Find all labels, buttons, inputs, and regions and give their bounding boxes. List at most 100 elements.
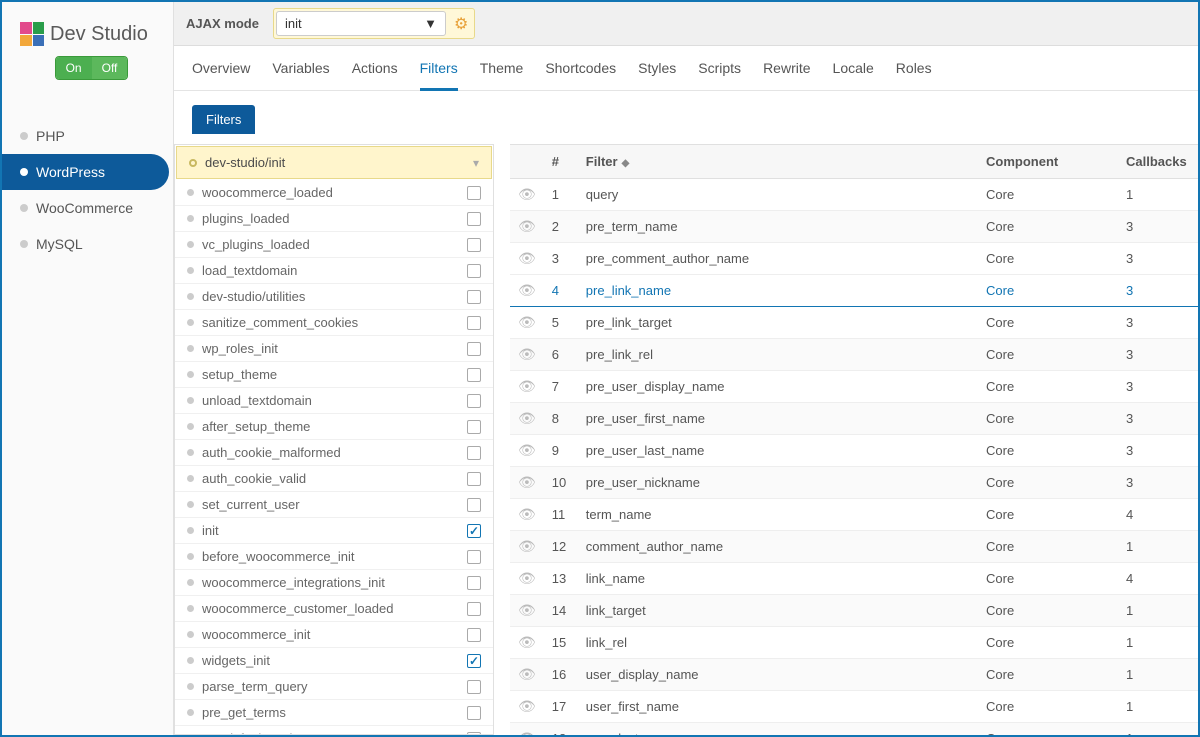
list-item-checkbox[interactable] <box>467 472 481 486</box>
tab-styles[interactable]: Styles <box>638 60 676 90</box>
list-item[interactable]: pre_get_terms <box>175 700 493 726</box>
tab-rewrite[interactable]: Rewrite <box>763 60 810 90</box>
list-item[interactable]: dev-studio/utilities <box>175 284 493 310</box>
list-item-checkbox[interactable] <box>467 290 481 304</box>
list-item-checkbox[interactable] <box>467 602 481 616</box>
eye-icon[interactable]: 👁 <box>518 506 536 522</box>
sidebar-item-woocommerce[interactable]: WooCommerce <box>2 190 173 226</box>
table-row[interactable]: 👁2pre_term_nameCore3 <box>510 211 1198 243</box>
ajax-mode-select[interactable]: init ▼ <box>276 11 446 36</box>
list-item[interactable]: wp_default_scripts <box>175 726 493 734</box>
list-item[interactable]: parse_term_query <box>175 674 493 700</box>
table-row[interactable]: 👁5pre_link_targetCore3 <box>510 307 1198 339</box>
chevron-down-icon[interactable]: ▾ <box>473 156 479 170</box>
eye-icon[interactable]: 👁 <box>518 282 536 298</box>
table-row[interactable]: 👁7pre_user_display_nameCore3 <box>510 371 1198 403</box>
eye-icon[interactable]: 👁 <box>518 442 536 458</box>
table-row[interactable]: 👁4pre_link_nameCore3 <box>510 275 1198 307</box>
eye-icon[interactable]: 👁 <box>518 346 536 362</box>
list-item[interactable]: sanitize_comment_cookies <box>175 310 493 336</box>
subtab-filters[interactable]: Filters <box>192 105 255 134</box>
tab-theme[interactable]: Theme <box>480 60 524 90</box>
list-item[interactable]: unload_textdomain <box>175 388 493 414</box>
table-row[interactable]: 👁12comment_author_nameCore1 <box>510 531 1198 563</box>
table-row[interactable]: 👁10pre_user_nicknameCore3 <box>510 467 1198 499</box>
table-row[interactable]: 👁17user_first_nameCore1 <box>510 691 1198 723</box>
list-item-checkbox[interactable] <box>467 238 481 252</box>
eye-icon[interactable]: 👁 <box>518 250 536 266</box>
list-item[interactable]: before_woocommerce_init <box>175 544 493 570</box>
tab-overview[interactable]: Overview <box>192 60 250 90</box>
list-item-checkbox[interactable] <box>467 550 481 564</box>
list-item-checkbox[interactable] <box>467 628 481 642</box>
list-item[interactable]: auth_cookie_valid <box>175 466 493 492</box>
list-item-checkbox[interactable] <box>467 316 481 330</box>
table-row[interactable]: 👁8pre_user_first_nameCore3 <box>510 403 1198 435</box>
table-row[interactable]: 👁18user_last_nameCore1 <box>510 723 1198 736</box>
toggle-off[interactable]: Off <box>92 57 128 79</box>
eye-icon[interactable]: 👁 <box>518 410 536 426</box>
list-item[interactable]: set_current_user <box>175 492 493 518</box>
sidebar-item-wordpress[interactable]: WordPress <box>2 154 169 190</box>
list-item-checkbox[interactable] <box>467 524 481 538</box>
list-item[interactable]: setup_theme <box>175 362 493 388</box>
eye-icon[interactable]: 👁 <box>518 314 536 330</box>
tab-variables[interactable]: Variables <box>272 60 329 90</box>
gear-icon[interactable]: ⚙ <box>450 14 472 34</box>
table-row[interactable]: 👁16user_display_nameCore1 <box>510 659 1198 691</box>
list-item-checkbox[interactable] <box>467 264 481 278</box>
col-callbacks[interactable]: Callbacks <box>1118 145 1198 179</box>
list-item[interactable]: woocommerce_integrations_init <box>175 570 493 596</box>
list-item-checkbox[interactable] <box>467 680 481 694</box>
table-row[interactable]: 👁14link_targetCore1 <box>510 595 1198 627</box>
table-row[interactable]: 👁9pre_user_last_nameCore3 <box>510 435 1198 467</box>
list-header[interactable]: dev-studio/init ▾ <box>176 146 492 179</box>
eye-icon[interactable]: 👁 <box>518 186 536 202</box>
eye-icon[interactable]: 👁 <box>518 538 536 554</box>
list-item-checkbox[interactable] <box>467 706 481 720</box>
toggle-on[interactable]: On <box>56 57 92 79</box>
sidebar-item-php[interactable]: PHP <box>2 118 173 154</box>
tab-shortcodes[interactable]: Shortcodes <box>545 60 616 90</box>
eye-icon[interactable]: 👁 <box>518 698 536 714</box>
tab-scripts[interactable]: Scripts <box>698 60 741 90</box>
col-filter[interactable]: Filter◆ <box>578 145 978 179</box>
list-item-checkbox[interactable] <box>467 212 481 226</box>
list-item[interactable]: woocommerce_customer_loaded <box>175 596 493 622</box>
tab-locale[interactable]: Locale <box>833 60 874 90</box>
table-row[interactable]: 👁15link_relCore1 <box>510 627 1198 659</box>
eye-icon[interactable]: 👁 <box>518 474 536 490</box>
sidebar-item-mysql[interactable]: MySQL <box>2 226 173 262</box>
list-item[interactable]: load_textdomain <box>175 258 493 284</box>
list-item-checkbox[interactable] <box>467 446 481 460</box>
list-item[interactable]: woocommerce_loaded <box>175 180 493 206</box>
list-item[interactable]: plugins_loaded <box>175 206 493 232</box>
list-item-checkbox[interactable] <box>467 732 481 735</box>
list-item[interactable]: wp_roles_init <box>175 336 493 362</box>
eye-icon[interactable]: 👁 <box>518 378 536 394</box>
eye-icon[interactable]: 👁 <box>518 570 536 586</box>
tab-actions[interactable]: Actions <box>352 60 398 90</box>
on-off-toggle[interactable]: On Off <box>55 56 129 80</box>
list-item-checkbox[interactable] <box>467 576 481 590</box>
eye-icon[interactable]: 👁 <box>518 602 536 618</box>
table-row[interactable]: 👁11term_nameCore4 <box>510 499 1198 531</box>
eye-icon[interactable]: 👁 <box>518 634 536 650</box>
tab-roles[interactable]: Roles <box>896 60 932 90</box>
eye-icon[interactable]: 👁 <box>518 218 536 234</box>
list-item-checkbox[interactable] <box>467 498 481 512</box>
eye-icon[interactable]: 👁 <box>518 730 536 735</box>
list-item-checkbox[interactable] <box>467 368 481 382</box>
list-item-checkbox[interactable] <box>467 394 481 408</box>
table-row[interactable]: 👁6pre_link_relCore3 <box>510 339 1198 371</box>
list-item-checkbox[interactable] <box>467 654 481 668</box>
col-num[interactable]: # <box>544 145 578 179</box>
list-item[interactable]: after_setup_theme <box>175 414 493 440</box>
table-row[interactable]: 👁13link_nameCore4 <box>510 563 1198 595</box>
list-item[interactable]: init <box>175 518 493 544</box>
list-item-checkbox[interactable] <box>467 420 481 434</box>
table-row[interactable]: 👁1queryCore1 <box>510 179 1198 211</box>
list-item[interactable]: widgets_init <box>175 648 493 674</box>
list-item[interactable]: vc_plugins_loaded <box>175 232 493 258</box>
list-item-checkbox[interactable] <box>467 342 481 356</box>
